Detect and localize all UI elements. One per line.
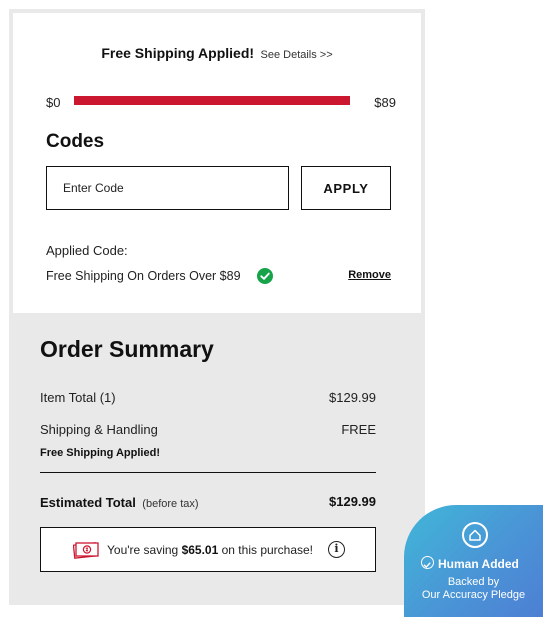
savings-text: You're saving $65.01 on this purchase! [107, 543, 313, 557]
apply-button[interactable]: APPLY [301, 166, 391, 210]
codes-heading: Codes [46, 131, 105, 152]
shipping-banner: Free Shipping Applied! See Details >> [13, 45, 421, 63]
house-icon [462, 522, 488, 548]
applied-code-row: Free Shipping On Orders Over $89 Remove [46, 268, 391, 286]
savings-box: You're saving $65.01 on this purchase! i [40, 527, 376, 572]
estimated-total-note: (before tax) [142, 498, 199, 510]
shipping-note: Free Shipping Applied! [40, 447, 160, 459]
money-icon [72, 541, 99, 559]
summary-divider [40, 472, 376, 473]
badge-title: Human Added [438, 557, 519, 571]
item-total-label: Item Total (1) [40, 390, 116, 405]
applied-code-text: Free Shipping On Orders Over $89 [46, 269, 241, 283]
estimated-total-label: Estimated Total [40, 495, 136, 510]
see-details-link[interactable]: See Details >> [261, 49, 333, 61]
savings-suffix: on this purchase! [221, 543, 314, 557]
savings-amount: $65.01 [181, 543, 219, 557]
codes-section: Free Shipping Applied! See Details >> $0… [13, 13, 421, 313]
check-circle-icon [257, 268, 273, 284]
promo-code-input[interactable] [46, 166, 289, 210]
shipping-banner-title: Free Shipping Applied! [101, 45, 255, 61]
cart-panel: Free Shipping Applied! See Details >> $0… [9, 9, 425, 605]
info-icon[interactable]: i [328, 541, 345, 558]
badge-subtitle-1: Backed by [447, 576, 500, 588]
progress-fill [74, 96, 350, 105]
savings-prefix: You're saving [107, 543, 179, 557]
item-total-row: Item Total (1) $129.99 [40, 390, 376, 405]
human-added-badge[interactable]: Human Added Backed by Our Accuracy Pledg… [404, 505, 543, 617]
badge-subtitle-2: Our Accuracy Pledge [421, 589, 526, 601]
item-total-value: $129.99 [329, 390, 376, 405]
remove-code-link[interactable]: Remove [348, 269, 391, 281]
shipping-label: Shipping & Handling [40, 422, 158, 437]
progress-max-label: $89 [374, 95, 396, 110]
progress-track [74, 96, 350, 105]
progress-min-label: $0 [46, 95, 61, 110]
free-shipping-progress: $0 $89 [46, 91, 396, 111]
estimated-total-row: Estimated Total (before tax) $129.99 [40, 494, 376, 512]
badge-check-icon [421, 556, 434, 569]
order-summary-title: Order Summary [40, 336, 214, 362]
shipping-value: FREE [341, 422, 376, 437]
applied-code-label: Applied Code: [46, 243, 128, 258]
shipping-row: Shipping & Handling FREE [40, 422, 376, 437]
estimated-total-value: $129.99 [329, 494, 376, 509]
